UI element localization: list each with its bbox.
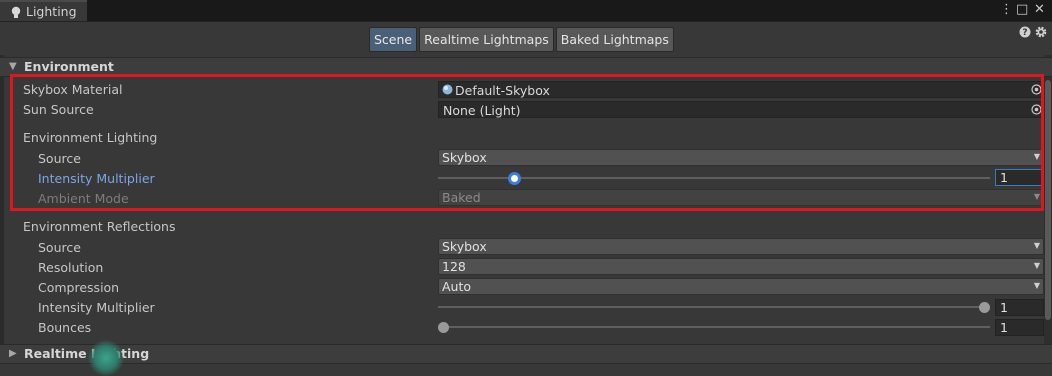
compression-dropdown[interactable]: Auto ▼ <box>438 278 1044 295</box>
environment-lighting-heading: Environment Lighting <box>23 130 158 145</box>
object-picker-icon[interactable] <box>1031 104 1042 115</box>
lighting-intensity-value: 1 <box>1000 170 1008 185</box>
reflection-intensity-label: Intensity Multiplier <box>38 300 155 315</box>
sun-source-value: None (Light) <box>443 103 521 118</box>
svg-text:?: ? <box>1022 28 1027 38</box>
sun-source-field[interactable]: None (Light) <box>438 101 1044 118</box>
compression-label: Compression <box>38 280 120 295</box>
compression-value: Auto <box>442 279 472 294</box>
reflection-intensity-value: 1 <box>1000 300 1008 315</box>
sun-source-label: Sun Source <box>23 102 94 117</box>
gear-icon[interactable] <box>1035 26 1047 38</box>
chevron-down-icon: ▼ <box>1033 281 1040 290</box>
resolution-dropdown[interactable]: 128 ▼ <box>438 258 1044 275</box>
window-tab-lighting[interactable]: Lighting <box>0 0 87 21</box>
tab-baked-lightmaps[interactable]: Baked Lightmaps <box>555 27 674 52</box>
reflection-source-dropdown[interactable]: Skybox ▼ <box>438 238 1044 255</box>
reflection-intensity-input[interactable]: 1 <box>995 299 1044 316</box>
environment-reflections-heading: Environment Reflections <box>23 219 176 234</box>
bounces-slider-track[interactable] <box>438 326 990 328</box>
divider <box>0 21 1052 22</box>
foldout-closed-icon[interactable]: ▶ <box>9 348 17 359</box>
ambient-mode-value: Baked <box>442 190 481 205</box>
window-tab-title: Lighting <box>26 4 77 19</box>
resolution-value: 128 <box>442 259 466 274</box>
reflection-source-label: Source <box>38 240 81 255</box>
skybox-material-label: Skybox Material <box>23 82 123 97</box>
lighting-source-dropdown[interactable]: Skybox ▼ <box>438 149 1044 166</box>
lighting-intensity-label: Intensity Multiplier <box>38 171 155 186</box>
object-picker-icon[interactable] <box>1031 84 1042 95</box>
material-icon <box>442 84 453 95</box>
help-icon[interactable]: ? <box>1019 26 1031 38</box>
reflection-source-value: Skybox <box>442 239 487 254</box>
window-tab-bar <box>0 0 1052 21</box>
lightbulb-icon <box>11 6 21 18</box>
chevron-down-icon: ▼ <box>1033 192 1040 201</box>
scrollbar-thumb[interactable] <box>1045 80 1051 320</box>
tab-scene[interactable]: Scene <box>369 27 418 52</box>
section-header-realtime-lighting[interactable]: ▶ Realtime Lighting <box>0 344 1052 364</box>
lighting-mode-tabs: Scene Realtime Lightmaps Baked Lightmaps <box>369 27 676 52</box>
section-header-environment[interactable]: ▼ Environment <box>0 57 1052 77</box>
section-title: Realtime Lighting <box>24 346 150 361</box>
lighting-source-label: Source <box>38 151 81 166</box>
foldout-open-icon[interactable]: ▼ <box>9 61 17 72</box>
chevron-down-icon: ▼ <box>1033 261 1040 270</box>
maximize-icon[interactable]: □ <box>1016 2 1028 17</box>
ambient-mode-label: Ambient Mode <box>38 191 129 206</box>
bounces-input[interactable]: 1 <box>995 319 1044 336</box>
lighting-intensity-input[interactable]: 1 <box>995 169 1044 186</box>
chevron-down-icon: ▼ <box>1033 152 1040 161</box>
skybox-material-field[interactable]: Default-Skybox <box>438 81 1044 98</box>
close-icon[interactable]: ✕ <box>1034 2 1045 17</box>
lighting-intensity-slider-handle[interactable] <box>508 172 522 185</box>
section-title: Environment <box>24 59 114 74</box>
chevron-down-icon: ▼ <box>1033 241 1040 250</box>
bounces-slider-handle[interactable] <box>438 322 449 333</box>
bounces-label: Bounces <box>38 320 92 335</box>
ambient-mode-dropdown: Baked ▼ <box>438 189 1044 206</box>
resolution-label: Resolution <box>38 260 104 275</box>
skybox-material-value: Default-Skybox <box>455 83 550 98</box>
cursor-highlight <box>88 340 124 376</box>
window-menu-icon[interactable]: ⋮ <box>1000 2 1013 17</box>
reflection-intensity-slider-handle[interactable] <box>979 302 990 313</box>
bounces-value: 1 <box>1000 320 1008 335</box>
reflection-intensity-slider-track[interactable] <box>438 306 990 308</box>
tab-realtime-lightmaps[interactable]: Realtime Lightmaps <box>419 27 554 52</box>
lighting-source-value: Skybox <box>442 150 487 165</box>
panel-left-edge <box>0 55 4 360</box>
